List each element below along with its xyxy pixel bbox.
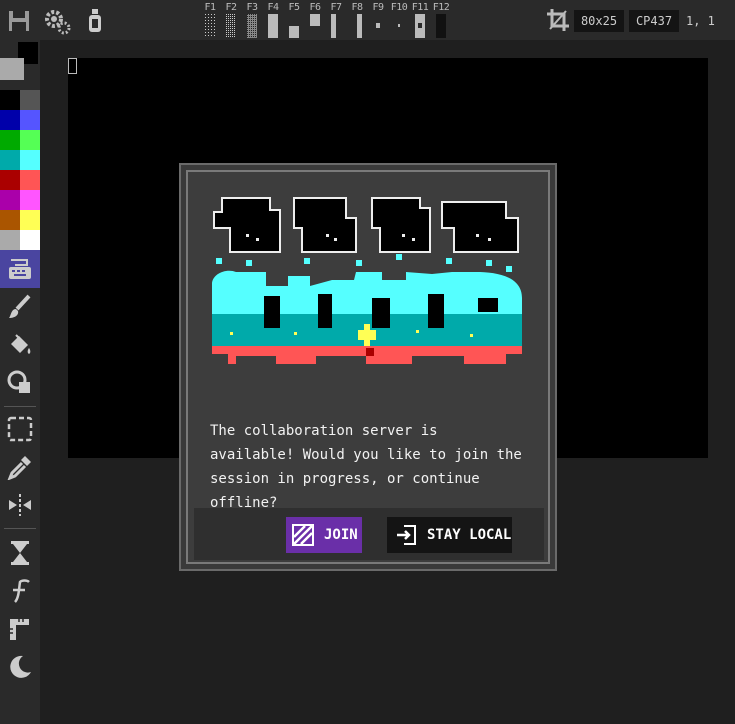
join-network-icon (292, 524, 314, 546)
eyedropper-tool[interactable] (0, 448, 40, 486)
palette-swatch[interactable] (20, 90, 40, 110)
timer-tool[interactable] (0, 534, 40, 572)
cursor-position: 1, 1 (686, 14, 715, 28)
fkey-11[interactable]: F11 (410, 2, 430, 38)
fkey-1[interactable]: F1 (200, 2, 220, 38)
fkey-label: F10 (390, 2, 408, 13)
fkey-2[interactable]: F2 (221, 2, 241, 38)
join-button[interactable]: JOIN (286, 517, 362, 553)
color-palette (0, 90, 40, 250)
fkey-label: F11 (411, 2, 429, 13)
fkey-3[interactable]: F3 (242, 2, 262, 38)
stay-local-button[interactable]: STAY LOCAL (387, 517, 512, 553)
door-exit-icon (397, 525, 416, 545)
join-button-label: JOIN (324, 527, 358, 543)
shapes-tool[interactable] (0, 364, 40, 402)
fkey-label: F8 (351, 2, 363, 13)
fkey-label: F4 (267, 2, 279, 13)
fkey-label: F3 (246, 2, 258, 13)
fkey-6[interactable]: F6 (305, 2, 325, 38)
selection-icon (7, 416, 33, 442)
tool-separator (4, 406, 36, 407)
moebius-logo-image (212, 197, 522, 364)
fkey-label: F12 (432, 2, 450, 13)
palette-swatch[interactable] (0, 190, 20, 210)
ruler-tool[interactable] (0, 610, 40, 648)
moon-icon (10, 655, 31, 678)
palette-swatch[interactable] (20, 210, 40, 230)
tool-separator (4, 528, 36, 529)
palette-swatch[interactable] (0, 150, 20, 170)
fkey-label: F2 (225, 2, 237, 13)
fkey-label: F7 (330, 2, 342, 13)
theme-tool[interactable] (0, 648, 40, 686)
palette-swatch[interactable] (0, 130, 20, 150)
palette-swatch[interactable] (0, 230, 20, 250)
font-icon (13, 579, 30, 603)
fkey-7[interactable]: F7 (326, 2, 346, 38)
crop-icon[interactable] (546, 8, 572, 34)
left-sidebar (0, 40, 40, 724)
palette-swatch[interactable] (0, 90, 20, 110)
dialog-frame: The collaboration server is available! W… (186, 170, 550, 564)
font-tool[interactable] (0, 572, 40, 610)
fkey-5[interactable]: F5 (284, 2, 304, 38)
keyboard-icon (9, 259, 31, 279)
dialog-message: The collaboration server is available! W… (210, 423, 522, 511)
fkey-label: F5 (288, 2, 300, 13)
mirror-tool[interactable] (0, 486, 40, 524)
ruler-icon (10, 619, 29, 640)
fkey-10[interactable]: F10 (389, 2, 409, 38)
collaboration-dialog: The collaboration server is available! W… (179, 163, 557, 571)
fill-bucket-icon (11, 334, 31, 354)
hourglass-icon (11, 541, 29, 565)
dialog-button-row: JOIN STAY LOCAL (194, 508, 544, 560)
palette-swatch[interactable] (0, 110, 20, 130)
palette-swatch[interactable] (20, 150, 40, 170)
stay-local-button-label: STAY LOCAL (427, 527, 512, 543)
save-icon[interactable] (6, 8, 32, 34)
keyboard-tool[interactable] (0, 250, 40, 288)
mirror-icon (9, 494, 31, 516)
codepage-badge[interactable]: CP437 (629, 10, 679, 32)
fkey-label: F1 (204, 2, 216, 13)
fkey-label: F6 (309, 2, 321, 13)
shapes-icon (7, 370, 30, 393)
canvas-size-badge[interactable]: 80x25 (574, 10, 624, 32)
palette-swatch[interactable] (0, 170, 20, 190)
palette-swatch[interactable] (20, 130, 40, 150)
top-toolbar: F1 F2 F3 F4 F5 F6 F7 F8 F9 F10 F11 F12 8… (0, 0, 735, 40)
paint-bottle-icon[interactable] (82, 8, 108, 34)
brush-tool[interactable] (0, 288, 40, 326)
palette-swatch[interactable] (0, 210, 20, 230)
palette-swatch[interactable] (20, 110, 40, 130)
settings-gear-icon[interactable] (44, 8, 71, 35)
fkey-12[interactable]: F12 (431, 2, 451, 38)
fkey-9[interactable]: F9 (368, 2, 388, 38)
fkey-4[interactable]: F4 (263, 2, 283, 38)
fkey-label: F9 (372, 2, 384, 13)
fill-tool[interactable] (0, 326, 40, 364)
fg-bg-color-indicator[interactable] (0, 40, 40, 86)
selection-tool[interactable] (0, 410, 40, 448)
fkey-8[interactable]: F8 (347, 2, 367, 38)
palette-swatch[interactable] (20, 190, 40, 210)
eyedropper-icon (7, 456, 31, 480)
palette-swatch[interactable] (20, 230, 40, 250)
foreground-color-swatch[interactable] (0, 58, 24, 80)
brush-icon (9, 294, 31, 318)
palette-swatch[interactable] (20, 170, 40, 190)
text-cursor (68, 58, 77, 74)
